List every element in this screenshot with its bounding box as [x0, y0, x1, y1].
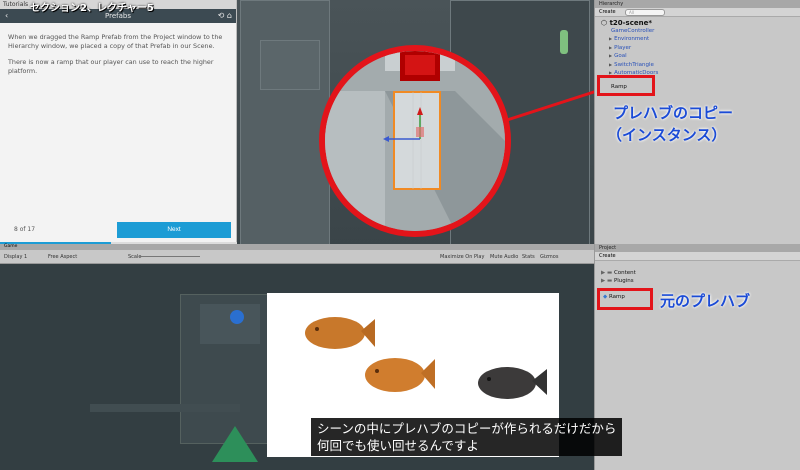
mute-audio-toggle[interactable]: Mute Audio — [490, 254, 518, 260]
scene-name[interactable]: ⬡ t20-scene* — [595, 17, 800, 27]
hierarchy-create-button[interactable]: Create — [599, 9, 616, 15]
hierarchy-item-label: SwitchTriangle — [614, 61, 654, 68]
game-toolbar: Display 1 Free Aspect Scale Maximize On … — [0, 250, 594, 264]
expand-arrow-icon[interactable]: ▶ — [609, 62, 612, 67]
subtitle-line: シーンの中にプレハブのコピーが作られるだけだから — [317, 421, 617, 436]
folder-icon: ▶ ▬ — [601, 270, 614, 276]
taiyaki-golden-2 — [365, 358, 435, 392]
folder-icon: ▶ ▬ — [601, 278, 614, 284]
project-item[interactable]: ▶ ▬ Plugins — [595, 277, 800, 285]
hierarchy-item[interactable]: ▶ Environment — [595, 35, 800, 43]
game-floor-strip — [90, 404, 240, 412]
hierarchy-item[interactable]: ▶ SwitchTriangle — [595, 61, 800, 69]
expand-arrow-icon[interactable]: ▶ — [609, 36, 612, 41]
scale-label: Scale — [128, 254, 142, 260]
annotation-original-prefab: 元のプレハブ — [660, 292, 751, 310]
project-create-button[interactable]: Create — [599, 253, 616, 259]
project-item-label: Plugins — [613, 278, 634, 284]
project-panel: Project Create ▶ ▬ Content ▶ ▬ Plugins ◆ R… — [594, 244, 800, 470]
taiyaki-dark — [478, 367, 547, 399]
unity-scene-icon: ⬡ — [601, 19, 608, 27]
hierarchy-item[interactable]: GameController — [595, 27, 800, 35]
ramp-prefab-highlight — [597, 288, 653, 310]
hierarchy-item-label: Player — [614, 44, 632, 51]
expand-arrow-icon[interactable]: ▶ — [609, 53, 612, 58]
hierarchy-search-input[interactable]: All — [625, 9, 665, 16]
expand-arrow-icon[interactable]: ▶ — [609, 45, 612, 50]
maximize-on-play-toggle[interactable]: Maximize On Play — [440, 254, 484, 260]
player-ball — [230, 310, 244, 324]
hierarchy-item[interactable]: ▶ Goal — [595, 52, 800, 60]
video-subtitle: シーンの中にプレハブのコピーが作られるだけだから 何回でも使い回せるんですよ — [311, 418, 623, 456]
project-item-label: Content — [613, 270, 636, 276]
project-item[interactable]: ▶ ▬ Content — [595, 269, 800, 277]
annotation-prefab-copy: プレハブのコピー — [613, 104, 734, 122]
annotation-instance: （インスタンス） — [607, 126, 727, 144]
subtitle-line: 何回でも使い回せるんですよ — [317, 438, 479, 453]
stats-toggle[interactable]: Stats — [522, 254, 535, 260]
hierarchy-toolbar: Create All — [595, 8, 800, 17]
project-toolbar: Create — [595, 252, 800, 261]
ramp-instance-highlight — [597, 75, 655, 96]
hierarchy-item-label: Goal — [614, 53, 627, 60]
scene-name-label: t20-scene* — [609, 19, 653, 27]
scale-slider[interactable] — [140, 256, 200, 257]
gizmos-toggle[interactable]: Gizmos — [540, 254, 558, 260]
game-block — [200, 304, 260, 344]
hierarchy-tab[interactable]: Hierarchy — [595, 0, 800, 8]
display-select[interactable]: Display 1 — [4, 254, 27, 260]
project-tab[interactable]: Project — [595, 244, 800, 252]
aspect-select[interactable]: Free Aspect — [48, 254, 77, 260]
green-triangle — [212, 426, 258, 462]
hierarchy-item-label: GameController — [611, 28, 655, 34]
hierarchy-item[interactable]: ▶ Player — [595, 44, 800, 52]
hierarchy-item-label: Environment — [614, 36, 650, 43]
taiyaki-golden-1 — [305, 317, 375, 349]
